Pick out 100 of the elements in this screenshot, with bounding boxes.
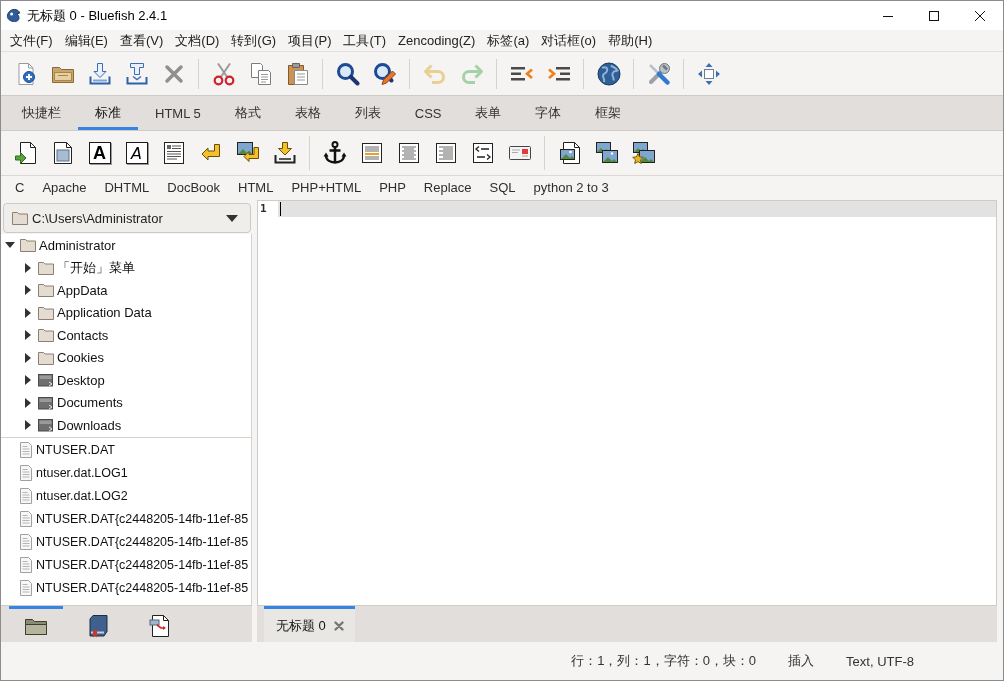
image-return-icon[interactable]: [235, 141, 260, 165]
menu-item[interactable]: 转到(G): [226, 30, 282, 51]
menu-item[interactable]: 标签(a): [482, 30, 535, 51]
expander-icon[interactable]: [23, 352, 33, 363]
file-name[interactable]: NTUSER.DAT{c2448205-14fb-11ef-85: [36, 511, 249, 526]
folder-icon: [38, 305, 54, 320]
expander-icon[interactable]: [23, 262, 33, 273]
expander-icon[interactable]: [23, 285, 33, 296]
menu-item[interactable]: 文件(F): [5, 30, 58, 51]
align-right-icon[interactable]: [433, 141, 458, 165]
scissors-icon[interactable]: [211, 61, 236, 86]
snippet-menu[interactable]: SQL: [480, 177, 525, 199]
menu-item[interactable]: 工具(T): [338, 30, 392, 51]
save-as-icon[interactable]: [124, 61, 149, 86]
snippet-menu[interactable]: DHTML: [95, 177, 159, 199]
move-arrows-icon[interactable]: [696, 61, 721, 86]
file-name[interactable]: NTUSER.DAT: [36, 442, 115, 457]
file-name[interactable]: NTUSER.DAT{c2448205-14fb-11ef-85: [36, 534, 249, 549]
folder-icon: [38, 328, 54, 343]
copy-icon[interactable]: [248, 61, 273, 86]
folder-name[interactable]: Documents: [57, 395, 123, 411]
menu-item[interactable]: 对话框(o): [536, 30, 602, 51]
save-icon[interactable]: [87, 61, 112, 86]
expander-icon[interactable]: [23, 307, 33, 318]
tools-icon[interactable]: [646, 61, 671, 86]
anchor-icon[interactable]: [322, 141, 347, 165]
file-icon: [20, 533, 32, 550]
dropdown-arrow-icon: [226, 214, 238, 222]
file-icon: [20, 579, 32, 596]
tray-arrow-icon[interactable]: [272, 141, 297, 165]
linked-folder-icon: [38, 395, 54, 410]
toolbar-tab[interactable]: 格式: [217, 96, 278, 130]
clipboard-icon[interactable]: [285, 61, 310, 86]
images-icon[interactable]: [594, 141, 619, 165]
file-name[interactable]: ntuser.dat.LOG2: [36, 488, 128, 503]
snippet-menu[interactable]: PHP+HTML: [282, 177, 371, 199]
folder-name[interactable]: 「开始」菜单: [57, 258, 135, 277]
linked-folder-icon: [38, 373, 54, 388]
folder-name[interactable]: Administrator: [39, 237, 116, 253]
file-name[interactable]: ntuser.dat.LOG1: [36, 465, 128, 480]
toolbar-tab[interactable]: 表单: [458, 96, 519, 130]
file-name[interactable]: NTUSER.DAT{c2448205-14fb-11ef-85: [36, 557, 249, 572]
snippet-menu[interactable]: Replace: [414, 177, 481, 199]
path-dropdown[interactable]: C:\Users\Administrator: [3, 203, 251, 233]
folder-name[interactable]: Application Data: [57, 305, 152, 321]
folder-name[interactable]: Contacts: [57, 327, 109, 343]
folder-icon: [38, 283, 54, 298]
toolbar-tab[interactable]: 标准: [78, 96, 138, 130]
linked-folder-icon: [38, 418, 54, 433]
insert-mode: 插入: [788, 652, 815, 670]
text-editor[interactable]: 1: [257, 200, 997, 605]
images-star-icon[interactable]: [631, 141, 656, 165]
snippet-menu[interactable]: HTML: [229, 177, 283, 199]
file-icon: [20, 464, 32, 481]
search-pencil-icon[interactable]: [372, 61, 397, 86]
folder-name[interactable]: Downloads: [57, 417, 122, 433]
expander-icon[interactable]: [23, 375, 33, 386]
document-tab[interactable]: 无标题 0: [264, 606, 355, 642]
toolbar-tab[interactable]: 框架: [578, 96, 639, 130]
toolbar-tab[interactable]: HTML 5: [138, 96, 218, 130]
menu-item[interactable]: 项目(P): [283, 30, 337, 51]
file-name[interactable]: NTUSER.DAT{c2448205-14fb-11ef-85: [36, 580, 249, 595]
snippet-menu[interactable]: Apache: [33, 177, 96, 199]
folder-name[interactable]: Desktop: [57, 372, 105, 388]
italic-button[interactable]: A: [125, 142, 148, 164]
toolbar-tab[interactable]: 表格: [277, 96, 338, 130]
window-title: 无标题 0 - Bluefish 2.4.1: [27, 6, 168, 25]
folder-name[interactable]: AppData: [57, 282, 108, 298]
line-number: 1: [259, 201, 268, 217]
maximize-icon[interactable]: [929, 10, 939, 21]
folder-name[interactable]: Cookies: [57, 350, 104, 366]
text-lines-icon[interactable]: [161, 141, 186, 165]
expander-icon[interactable]: [23, 330, 33, 341]
search-icon[interactable]: [335, 61, 360, 86]
toolbar-tab[interactable]: 快捷栏: [5, 96, 78, 130]
toolbar-tab[interactable]: 字体: [518, 96, 579, 130]
bold-button[interactable]: A: [88, 142, 111, 164]
folder-icon: [38, 260, 54, 275]
menu-item[interactable]: 编辑(E): [59, 30, 113, 51]
snippet-menu[interactable]: C: [6, 177, 34, 199]
page-arrow-icon[interactable]: [13, 141, 38, 165]
menu-item[interactable]: 查看(V): [114, 30, 169, 51]
comment-tag-icon[interactable]: [470, 141, 495, 165]
snippet-menu[interactable]: python 2 to 3: [524, 177, 618, 199]
toolbar-tab[interactable]: CSS: [397, 96, 459, 130]
menu-item[interactable]: 文档(D): [170, 30, 225, 51]
snippet-menu[interactable]: PHP: [370, 177, 415, 199]
expander-icon[interactable]: [23, 420, 33, 431]
toolbar-tab[interactable]: 列表: [337, 96, 398, 130]
snippet-menu[interactable]: DocBook: [158, 177, 229, 199]
image-file-icon[interactable]: [557, 141, 582, 165]
menu-item[interactable]: 帮助(H): [603, 30, 658, 51]
file-encoding: Text, UTF-8: [846, 653, 914, 669]
expander-icon[interactable]: [23, 397, 33, 408]
close-icon[interactable]: [975, 10, 985, 21]
menu-item[interactable]: Zencoding(Z): [393, 30, 481, 51]
file-icon: [20, 487, 32, 504]
globe-icon[interactable]: [596, 61, 621, 86]
close-tab-icon[interactable]: [333, 620, 344, 631]
align-center-icon[interactable]: [396, 141, 421, 165]
